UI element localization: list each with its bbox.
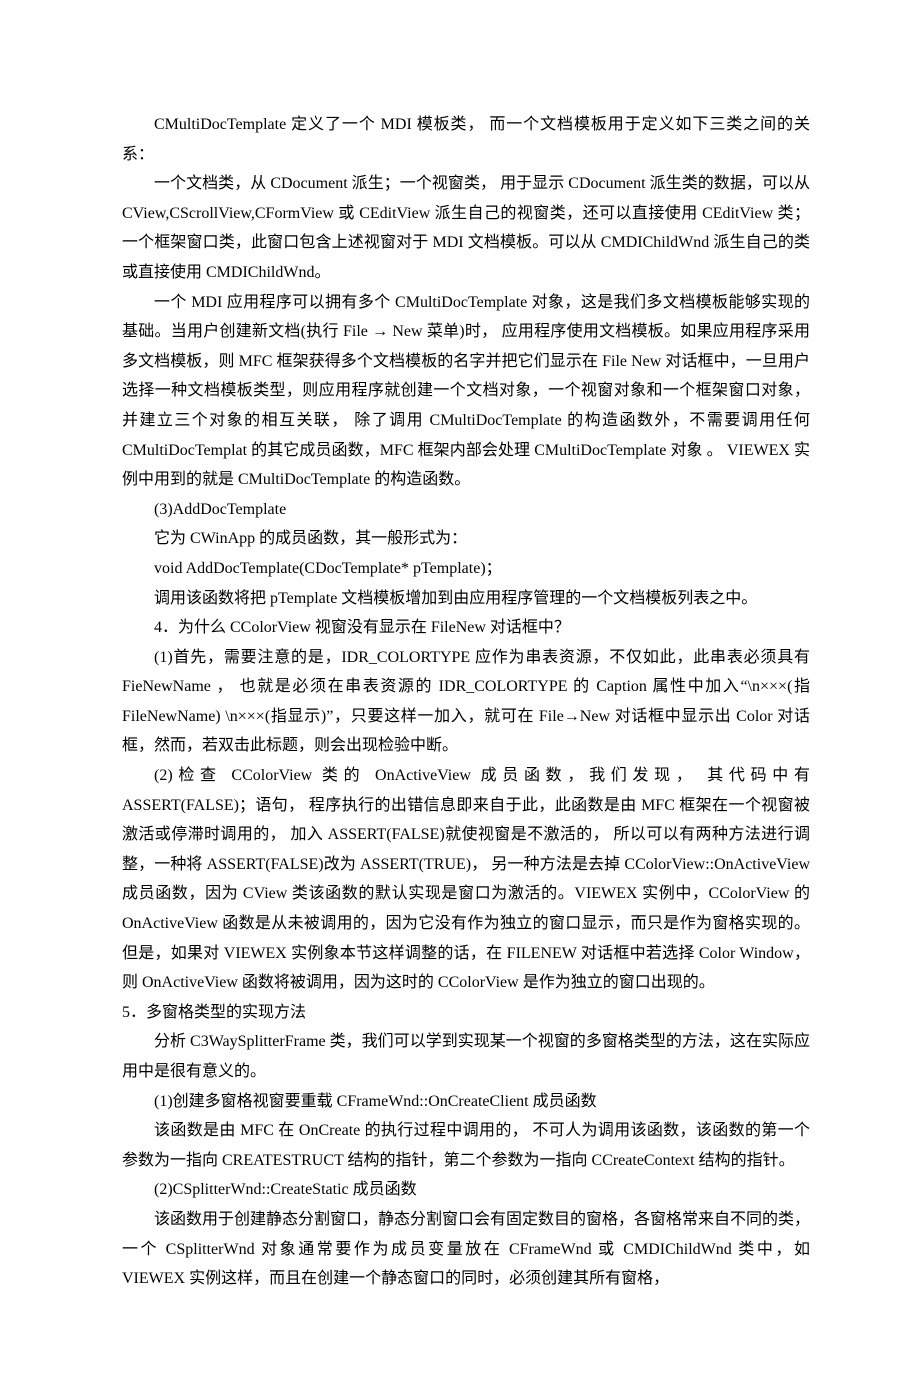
paragraph-10: 5．多窗格类型的实现方法 bbox=[122, 998, 810, 1028]
paragraph-3: (3)AddDocTemplate bbox=[122, 495, 810, 525]
paragraph-6: 调用该函数将把 pTemplate 文档模板增加到由应用程序管理的一个文档模板列… bbox=[122, 584, 810, 614]
paragraph-14: (2)CSplitterWnd::CreateStatic 成员函数 bbox=[122, 1175, 810, 1205]
paragraph-0: CMultiDocTemplate 定义了一个 MDI 模板类， 而一个文档模板… bbox=[122, 110, 810, 169]
paragraph-4: 它为 CWinApp 的成员函数，其一般形式为： bbox=[122, 524, 810, 554]
paragraph-11: 分析 C3WaySplitterFrame 类，我们可以学到实现某一个视窗的多窗… bbox=[122, 1027, 810, 1086]
paragraph-5: void AddDocTemplate(CDocTemplate* pTempl… bbox=[122, 554, 810, 584]
paragraph-12: (1)创建多窗格视窗要重载 CFrameWnd::OnCreateClient … bbox=[122, 1087, 810, 1117]
paragraph-1: 一个文档类，从 CDocument 派生；一个视窗类， 用于显示 CDocume… bbox=[122, 169, 810, 287]
paragraph-9: (2)检查 CColorView 类的 OnActiveView 成员函数，我们… bbox=[122, 761, 810, 998]
paragraph-13: 该函数是由 MFC 在 OnCreate 的执行过程中调用的， 不可人为调用该函… bbox=[122, 1116, 810, 1175]
paragraph-8: (1)首先，需要注意的是，IDR_COLORTYPE 应作为串表资源，不仅如此，… bbox=[122, 643, 810, 761]
paragraph-2: 一个 MDI 应用程序可以拥有多个 CMultiDocTemplate 对象，这… bbox=[122, 288, 810, 495]
document-page: CMultiDocTemplate 定义了一个 MDI 模板类， 而一个文档模板… bbox=[0, 0, 920, 1384]
paragraph-15: 该函数用于创建静态分割窗口，静态分割窗口会有固定数目的窗格，各窗格常来自不同的类… bbox=[122, 1205, 810, 1294]
paragraph-7: 4．为什么 CColorView 视窗没有显示在 FileNew 对话框中？ bbox=[122, 613, 810, 643]
